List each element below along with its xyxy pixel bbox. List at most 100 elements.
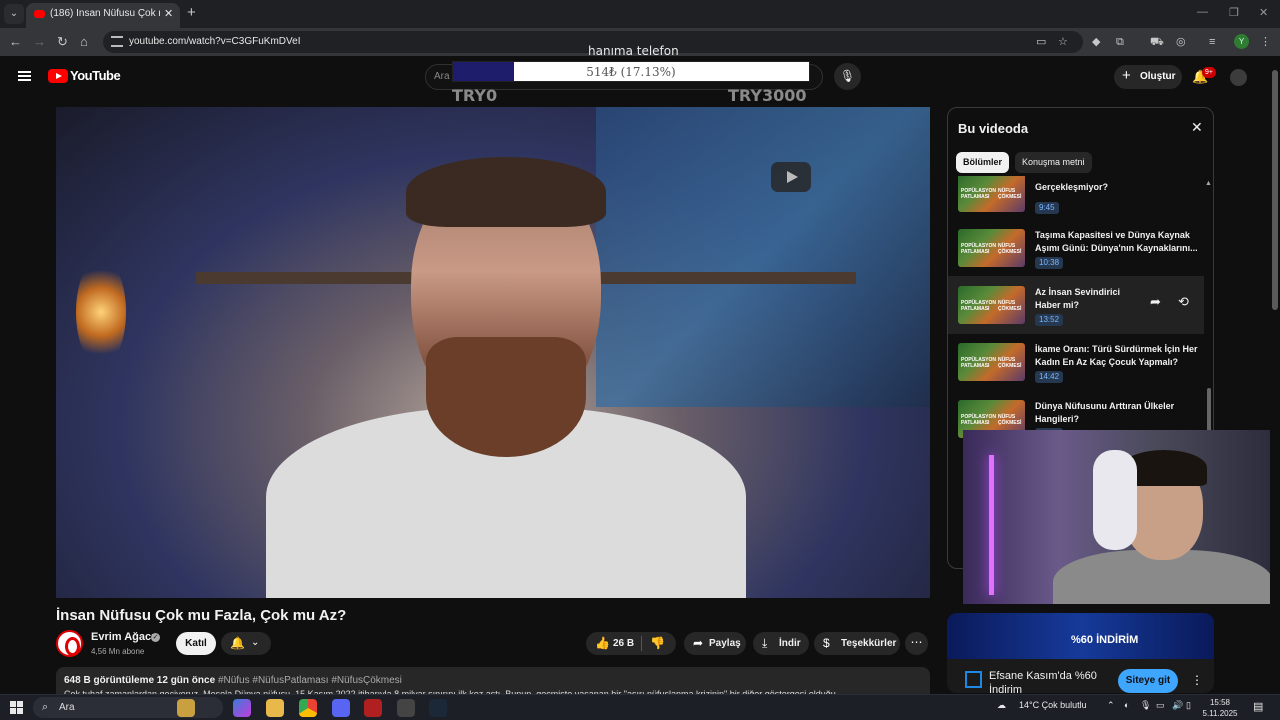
cast-icon[interactable]: ▭ [1036, 35, 1046, 49]
restore-icon[interactable]: ❐ [1229, 6, 1239, 19]
chapter-title[interactable]: Gerçekleşmiyor? [1035, 181, 1200, 194]
tab-close-icon[interactable]: ✕ [164, 7, 173, 20]
youtube-logo-text[interactable]: YouTube [70, 68, 121, 83]
chapter-timestamp[interactable]: 13:52 [1035, 314, 1064, 326]
like-icon[interactable]: 👍 [595, 636, 610, 650]
chapter-thumbnail[interactable]: POPÜLASYON PATLAMASI NÜFUS ÇÖKMESİ [958, 229, 1025, 267]
share-icon: ➦ [693, 636, 704, 650]
chapter-timestamp[interactable]: 9:45 [1035, 202, 1059, 214]
extension-car-icon[interactable]: ⛟ [1150, 35, 1164, 49]
dislike-icon[interactable]: 👎 [650, 636, 665, 650]
steam-icon[interactable] [429, 699, 447, 717]
copilot-icon[interactable] [233, 699, 251, 717]
voicemeeter-icon[interactable] [364, 699, 382, 717]
channel-avatar[interactable] [56, 630, 83, 657]
donation-goal-title: hanıma telefon [588, 44, 679, 58]
notification-center-icon[interactable]: ▤ [1253, 700, 1263, 713]
like-separator [641, 636, 642, 651]
chapter-title[interactable]: İkame Oranı: Türü Sürdürmek İçin Her Kad… [1035, 343, 1200, 369]
chapter-item[interactable]: POPÜLASYON PATLAMASI NÜFUS ÇÖKMESİ Az İnsa… [948, 276, 1204, 334]
browser-menu-icon[interactable]: ⋮ [1260, 35, 1271, 49]
file-explorer-icon[interactable] [266, 699, 284, 717]
channel-name[interactable]: Evrim Ağacı [91, 631, 154, 643]
back-icon[interactable]: ← [9, 35, 22, 49]
chapter-thumbnail[interactable]: POPÜLASYON PATLAMASI NÜFUS ÇÖKMESİ [958, 176, 1025, 212]
thanks-button[interactable]: $ Teşekkürler [814, 632, 900, 655]
chapter-thumbnail[interactable]: POPÜLASYON PATLAMASI NÜFUS ÇÖKMESİ [958, 343, 1025, 381]
share-button[interactable]: ➦ Paylaş [684, 632, 746, 655]
download-button[interactable]: ⤓ İndir [753, 632, 809, 655]
microphone-icon[interactable]: 🎙 [1140, 700, 1151, 711]
video-title: İnsan Nüfusu Çok mu Fazla, Çok mu Az? [56, 607, 347, 624]
page-scrollbar[interactable] [1270, 56, 1280, 700]
chapter-item[interactable]: POPÜLASYON PATLAMASI NÜFUS ÇÖKMESİ Taşıma … [948, 219, 1204, 277]
verified-check-icon: ✓ [151, 633, 160, 642]
windows-start-icon[interactable] [10, 701, 23, 714]
hashtags[interactable]: #Nüfus #NüfusPatlaması #NüfusÇökmesi [218, 675, 402, 686]
tray-overflow-icon[interactable]: ⌃ [1107, 700, 1115, 711]
chapter-item[interactable]: POPÜLASYON PATLAMASI NÜFUS ÇÖKMESİ İkame O… [948, 333, 1204, 391]
weather-text[interactable]: 14°C Çok bulutlu [1019, 700, 1087, 710]
site-info-icon[interactable] [111, 36, 123, 47]
new-tab-icon[interactable]: + [187, 5, 196, 21]
chapter-timestamp[interactable]: 10:38 [1035, 257, 1064, 269]
youtube-logo-icon[interactable] [48, 69, 68, 83]
more-actions-icon[interactable]: ⋯ [905, 632, 928, 655]
guide-menu-icon[interactable] [18, 71, 31, 81]
chapter-thumbnail[interactable]: POPÜLASYON PATLAMASI NÜFUS ÇÖKMESİ [958, 286, 1025, 324]
chapter-title[interactable]: Dünya Nüfusunu Arttıran Ülkeler Hangiler… [1035, 400, 1200, 426]
weather-icon[interactable]: ☁ [997, 700, 1006, 711]
join-button[interactable]: Katıl [176, 632, 216, 655]
ad-card[interactable]: %60 İNDİRİM Efsane Kasım'da %60 İndirim … [947, 613, 1214, 693]
chrome-icon[interactable] [299, 699, 317, 717]
subscription-bell-button[interactable]: 🔔 ⌄ [221, 632, 271, 655]
tab-transcript[interactable]: Konuşma metni [1015, 152, 1092, 173]
window-close-icon[interactable]: ✕ [1259, 6, 1268, 19]
presenter-hair [406, 157, 606, 227]
neon-light [989, 455, 994, 595]
obs-icon[interactable] [397, 699, 415, 717]
minimize-icon[interactable]: — [1197, 6, 1208, 18]
forward-icon[interactable]: → [33, 35, 46, 49]
like-count[interactable]: 26 B [613, 638, 634, 649]
network-icon[interactable]: ▭ [1156, 700, 1165, 711]
windows-taskbar: ⌕ Ara ⌃ ☁ 14°C Çok bulutlu ◐ 🎙 ▭ 🔊 ▯ 15:… [0, 694, 1280, 720]
video-play-plaque-icon [771, 162, 811, 192]
subscriber-count: 4,56 Mn abone [91, 647, 145, 656]
video-player[interactable] [56, 107, 930, 598]
chapters-close-icon[interactable]: ✕ [1191, 119, 1203, 136]
tray-app-icon[interactable]: ◐ [1124, 700, 1129, 710]
account-avatar[interactable] [1230, 69, 1247, 86]
url-text[interactable]: youtube.com/watch?v=C3GFuKmDVeI [129, 36, 300, 47]
chapter-timestamp[interactable]: 14:42 [1035, 371, 1064, 383]
reload-icon[interactable]: ↻ [57, 35, 68, 49]
chapter-loop-icon[interactable]: ⟲ [1178, 294, 1189, 310]
battery-icon[interactable]: ▯ [1186, 700, 1191, 711]
extension-diamond-icon[interactable]: ◆ [1092, 35, 1100, 49]
bookmark-star-icon[interactable]: ☆ [1058, 35, 1068, 49]
voice-search-icon[interactable]: 🎙 [834, 63, 861, 90]
chapter-share-icon[interactable]: ➦ [1150, 294, 1161, 310]
taskbar-clock[interactable]: 15:58 5.11.2025 [1200, 697, 1240, 719]
chapter-item[interactable]: POPÜLASYON PATLAMASI NÜFUS ÇÖKMESİ Gerçekl… [948, 176, 1204, 222]
ad-more-icon[interactable]: ⋮ [1191, 673, 1203, 687]
ad-cta-button[interactable]: Siteye git [1118, 669, 1178, 693]
volume-icon[interactable]: 🔊 [1172, 700, 1183, 711]
home-icon[interactable]: ⌂ [80, 35, 88, 49]
tab-chapters[interactable]: Bölümler [956, 152, 1010, 173]
browser-tab[interactable]: (186) İnsan Nüfusu Çok mu Fazla, Çok mu … [26, 3, 180, 28]
profile-avatar[interactable]: Y [1234, 34, 1249, 49]
discord-icon[interactable] [332, 699, 350, 717]
create-button[interactable]: + Oluştur [1114, 65, 1182, 89]
chapter-title[interactable]: Taşıma Kapasitesi ve Dünya Kaynak Aşımı … [1035, 229, 1200, 255]
page-scrollbar-thumb[interactable] [1272, 70, 1278, 310]
reading-list-icon[interactable]: ≡ [1209, 35, 1215, 49]
ad-banner[interactable]: %60 İNDİRİM [947, 613, 1214, 659]
ad-title[interactable]: Efsane Kasım'da %60 İndirim [989, 669, 1109, 693]
chapter-title[interactable]: Az İnsan Sevindirici Haber mi? [1035, 286, 1140, 312]
tab-search-button[interactable]: ⌄ [4, 4, 24, 24]
extensions-puzzle-icon[interactable]: ⧉ [1116, 35, 1124, 49]
taskbar-widget-icon[interactable] [177, 699, 195, 717]
extension-lens-icon[interactable]: ◎ [1176, 35, 1186, 49]
scroll-up-arrow-icon[interactable]: ▲ [1205, 180, 1212, 187]
